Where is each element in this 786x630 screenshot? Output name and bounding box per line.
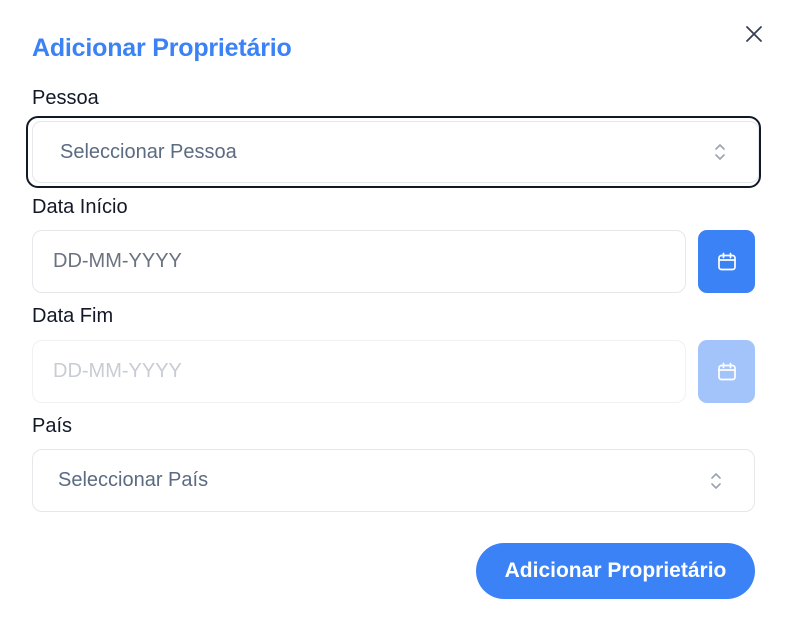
dialog-title: Adicionar Proprietário — [32, 34, 292, 62]
add-owner-button[interactable]: Adicionar Proprietário — [476, 543, 755, 599]
pessoa-label: Pessoa — [32, 87, 99, 109]
close-icon — [746, 26, 762, 42]
pais-select[interactable]: Seleccionar País — [32, 449, 755, 512]
pessoa-select-value: Seleccionar Pessoa — [60, 140, 237, 163]
data-inicio-label: Data Início — [32, 196, 128, 218]
data-inicio-input[interactable] — [32, 230, 686, 293]
data-fim-calendar-button — [698, 340, 755, 403]
pessoa-select-field: Seleccionar Pessoa — [32, 121, 759, 183]
pais-select-value: Seleccionar País — [58, 469, 209, 491]
calendar-icon — [717, 362, 736, 380]
chevron-up-down-icon — [708, 468, 724, 494]
chevron-up-down-icon — [712, 139, 728, 165]
data-fim-input — [32, 340, 686, 403]
pessoa-select[interactable]: Seleccionar Pessoa — [26, 116, 761, 188]
add-owner-dialog: Adicionar Proprietário Pessoa Selecciona… — [0, 0, 786, 630]
close-button[interactable] — [742, 22, 766, 46]
pais-label: País — [32, 415, 73, 437]
calendar-icon — [717, 252, 736, 270]
data-inicio-calendar-button[interactable] — [698, 230, 755, 293]
data-fim-label: Data Fim — [32, 305, 114, 327]
